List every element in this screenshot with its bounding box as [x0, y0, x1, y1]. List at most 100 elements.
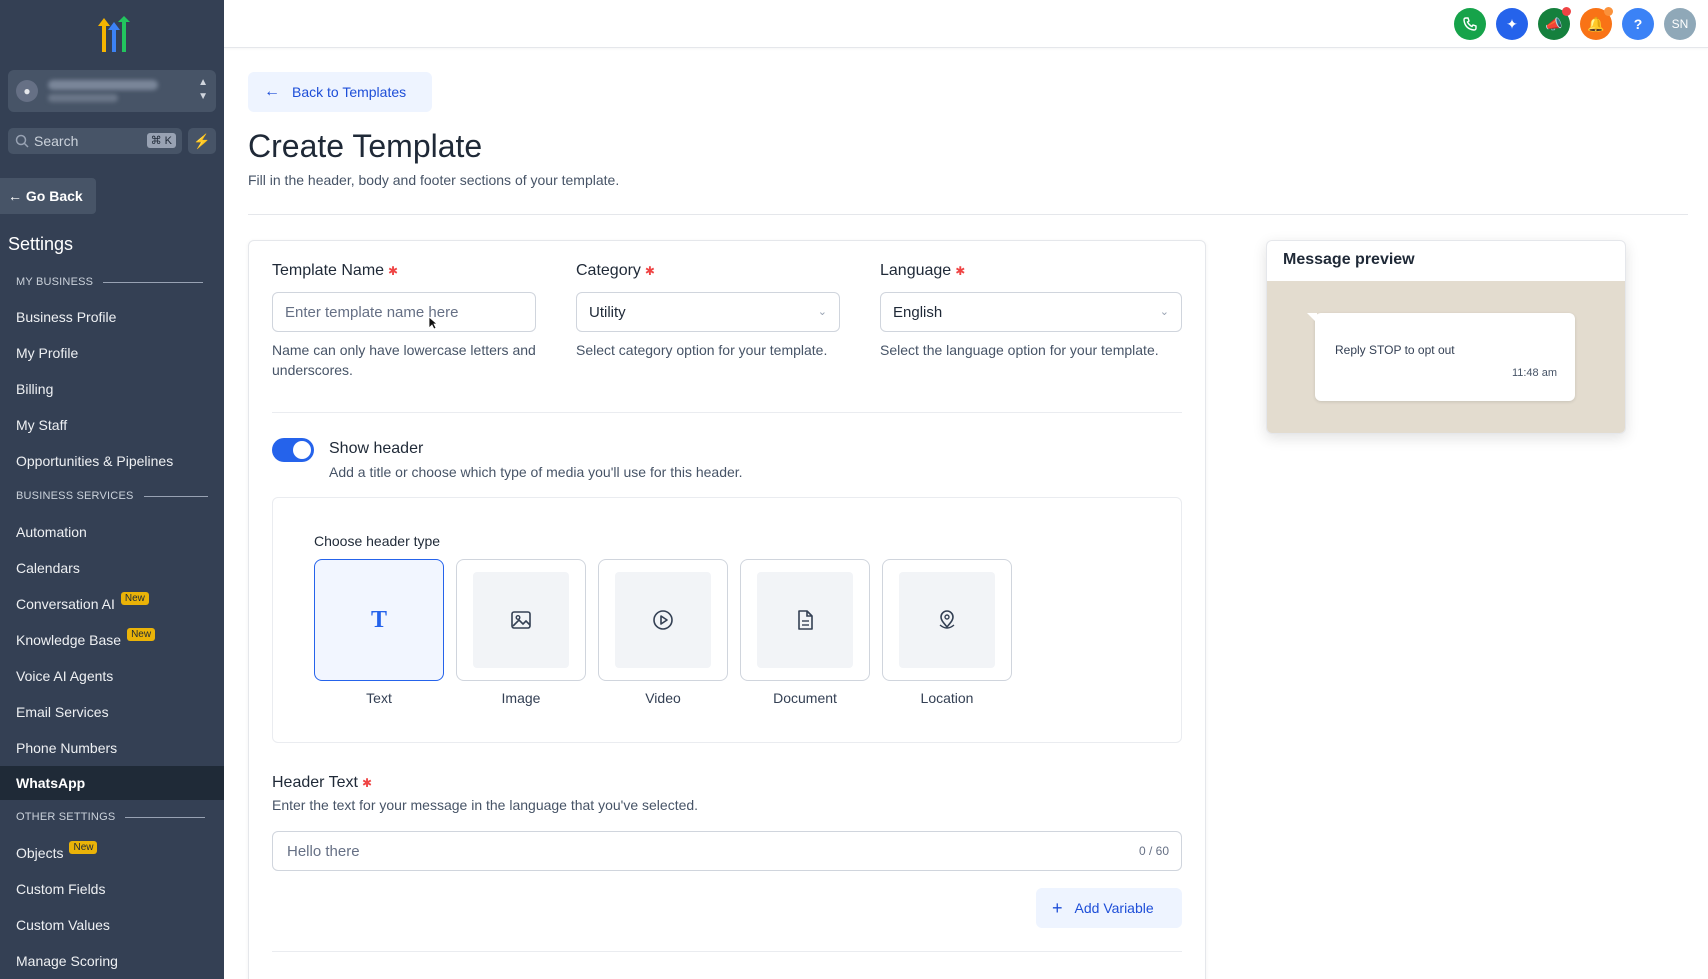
- category-help: Select category option for your template…: [576, 342, 828, 358]
- sidebar-item-label: My Profile: [16, 345, 79, 361]
- required-asterisk-icon: ✱: [955, 264, 966, 278]
- go-back-label: Go Back: [25, 188, 83, 204]
- header-text-description: Enter the text for your message in the l…: [272, 797, 699, 813]
- chevron-updown-icon: ▲ ▼: [198, 77, 208, 102]
- sidebar-item-knowledge-base[interactable]: Knowledge Base New: [0, 623, 224, 657]
- sidebar-item-label: Custom Fields: [16, 881, 106, 897]
- header-type-image[interactable]: [456, 559, 586, 681]
- sidebar-item-label: Billing: [16, 381, 54, 397]
- bell-icon[interactable]: 🔔: [1580, 7, 1613, 40]
- arrow-left-icon: ←: [8, 188, 22, 204]
- language-select[interactable]: English ⌄: [880, 292, 1182, 332]
- go-back-button[interactable]: ← Go Back: [0, 178, 96, 214]
- page-divider: [248, 214, 1688, 215]
- top-bar: ✦ 📣 🔔 ? SN: [224, 0, 1708, 48]
- sidebar-item-label: Objects: [16, 845, 64, 861]
- sidebar-item-custom-values[interactable]: Custom Values: [0, 908, 224, 942]
- show-header-description: Add a title or choose which type of medi…: [329, 464, 743, 480]
- section-divider: [103, 281, 204, 283]
- sidebar-item-label: Email Services: [16, 704, 109, 720]
- header-text-label: Header Text ✱: [272, 774, 372, 792]
- message-time: 11:48 am: [1511, 367, 1557, 379]
- sparkle-icon[interactable]: ✦: [1496, 8, 1528, 40]
- bubble-tail: [1307, 313, 1317, 323]
- category-select[interactable]: Utility ⌄: [576, 292, 840, 332]
- notification-dot: [1562, 7, 1571, 16]
- sidebar-item-label: WhatsApp: [16, 775, 86, 791]
- category-label: Category ✱: [576, 262, 655, 280]
- sidebar-item-business-profile[interactable]: Business Profile: [0, 300, 224, 334]
- template-name-label: Template Name ✱: [272, 262, 398, 280]
- sidebar-item-label: Calendars: [16, 560, 80, 576]
- back-to-templates-button[interactable]: ← Back to Templates: [248, 72, 432, 112]
- language-help: Select the language option for your temp…: [880, 342, 1159, 358]
- video-icon: [615, 572, 711, 668]
- message-text: Reply STOP to opt out: [1335, 343, 1455, 357]
- sidebar-item-automation[interactable]: Automation: [0, 515, 224, 549]
- account-switcher[interactable]: ● ▲ ▼: [8, 70, 216, 112]
- header-text-input[interactable]: Hello there 0 / 60: [272, 831, 1182, 871]
- sidebar-item-label: Custom Values: [16, 917, 110, 933]
- location-icon: [899, 572, 995, 668]
- search-shortcut: ⌘ K: [146, 133, 176, 148]
- sidebar-item-label: My Staff: [16, 417, 68, 433]
- section-business-services: BUSINESS SERVICES: [16, 490, 208, 502]
- required-asterisk-icon: ✱: [644, 264, 655, 278]
- language-label: Language ✱: [880, 262, 965, 280]
- header-type-text[interactable]: T: [314, 559, 444, 681]
- sidebar: ● ▲ ▼ Search ⌘ K ⚡ ← Go Back Settings MY …: [0, 0, 224, 979]
- header-type-label: Image: [501, 690, 541, 706]
- account-address-blurred: [48, 94, 118, 102]
- help-icon[interactable]: ?: [1622, 8, 1654, 40]
- add-variable-button[interactable]: + Add Variable: [1036, 888, 1182, 928]
- sidebar-item-label: Conversation AI: [16, 596, 115, 612]
- header-type-location[interactable]: [882, 559, 1012, 681]
- sidebar-item-calendars[interactable]: Calendars: [0, 551, 224, 585]
- plus-icon: +: [1052, 897, 1063, 918]
- header-text-placeholder: Hello there: [287, 842, 360, 860]
- chevron-down-icon: ⌄: [1159, 306, 1169, 318]
- megaphone-icon[interactable]: 📣: [1538, 7, 1571, 40]
- category-value: Utility: [589, 303, 626, 321]
- sidebar-item-my-profile[interactable]: My Profile: [0, 336, 224, 370]
- show-header-toggle[interactable]: [272, 438, 314, 462]
- toggle-knob: [293, 441, 311, 459]
- image-icon: [473, 572, 569, 668]
- search-box[interactable]: Search ⌘ K: [8, 128, 182, 154]
- show-header-label: Show header: [329, 440, 424, 457]
- required-asterisk-icon: ✱: [388, 264, 399, 278]
- account-name-blurred: [48, 80, 158, 90]
- message-preview-card: Message preview Reply STOP to opt out 11…: [1266, 240, 1626, 434]
- sidebar-item-label: Business Profile: [16, 309, 117, 325]
- section-label-text: BUSINESS SERVICES: [16, 490, 134, 502]
- header-type-document[interactable]: [740, 559, 870, 681]
- sidebar-item-objects[interactable]: Objects New: [0, 836, 224, 870]
- message-preview-title: Message preview: [1283, 251, 1415, 268]
- new-badge: New: [127, 627, 156, 641]
- sidebar-item-email-services[interactable]: Email Services: [0, 695, 224, 729]
- section-other-settings: OTHER SETTINGS: [16, 811, 206, 823]
- user-avatar[interactable]: SN: [1664, 8, 1696, 40]
- header-type-label: Video: [645, 690, 681, 706]
- header-type-video[interactable]: [598, 559, 728, 681]
- quick-action-bolt-icon[interactable]: ⚡: [188, 128, 216, 154]
- sidebar-item-opportunities-pipelines[interactable]: Opportunities & Pipelines: [0, 444, 224, 478]
- sidebar-item-manage-scoring[interactable]: Manage Scoring: [0, 944, 224, 978]
- add-variable-label: Add Variable: [1074, 900, 1154, 916]
- sidebar-item-my-staff[interactable]: My Staff: [0, 408, 224, 442]
- header-type-label: Document: [773, 690, 837, 706]
- app-logo-icon[interactable]: [92, 16, 134, 54]
- sidebar-item-label: Voice AI Agents: [16, 668, 114, 684]
- notification-dot: [1604, 7, 1613, 16]
- sidebar-item-custom-fields[interactable]: Custom Fields: [0, 872, 224, 906]
- template-name-input[interactable]: Enter template name here: [272, 292, 536, 332]
- sidebar-item-voice-ai-agents[interactable]: Voice AI Agents: [0, 659, 224, 693]
- sidebar-item-conversation-ai[interactable]: Conversation AI New: [0, 587, 224, 621]
- choose-header-type-label: Choose header type: [314, 533, 441, 549]
- sidebar-item-whatsapp[interactable]: WhatsApp: [0, 766, 224, 800]
- chevron-down-icon: ⌄: [817, 306, 827, 318]
- phone-icon[interactable]: [1454, 8, 1486, 40]
- sidebar-item-billing[interactable]: Billing: [0, 372, 224, 406]
- sidebar-item-phone-numbers[interactable]: Phone Numbers: [0, 731, 224, 765]
- header-type-label: Text: [366, 690, 392, 706]
